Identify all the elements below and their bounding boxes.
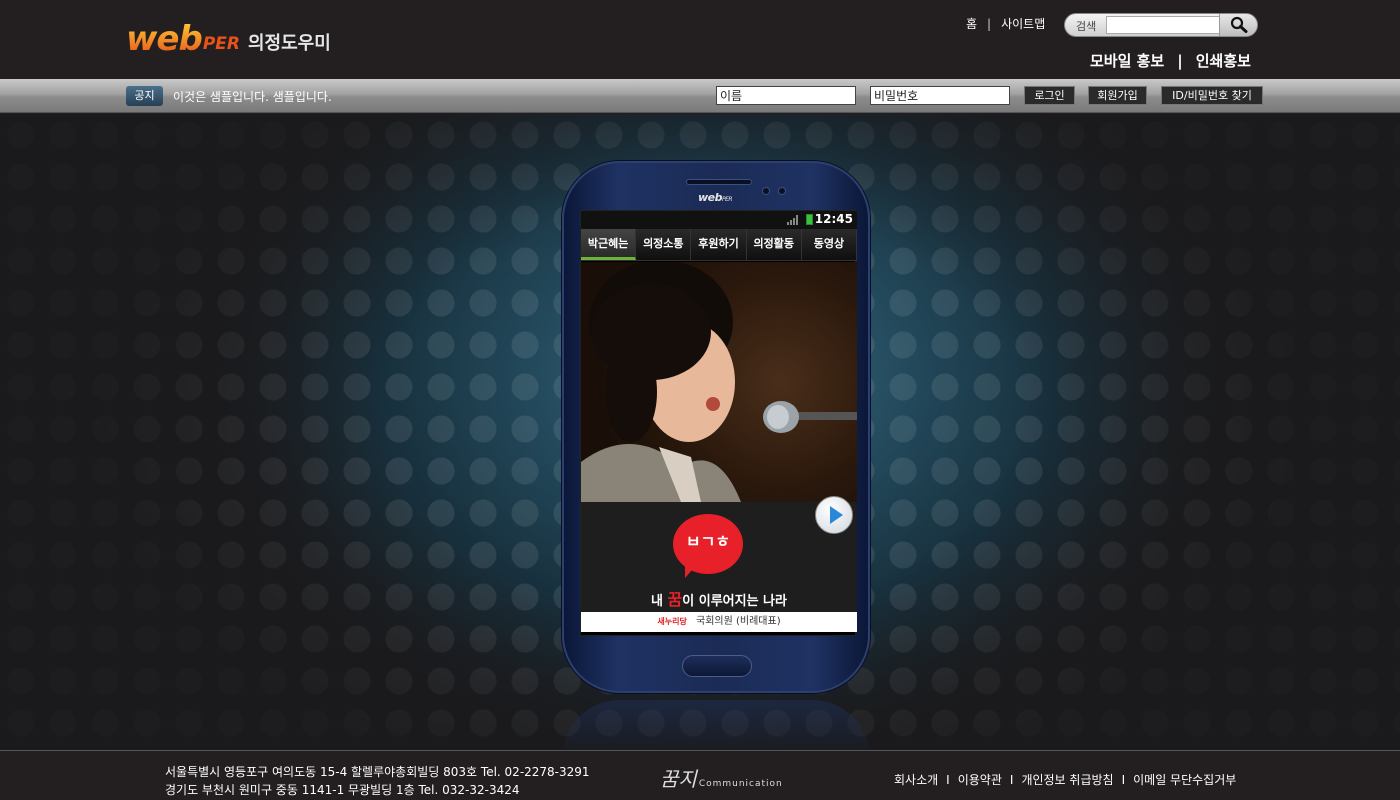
company-word: Communication <box>698 779 783 789</box>
status-bar: 12:45 <box>581 211 857 229</box>
address-block: 서울특별시 영등포구 여의도동 15-4 할렐루야총회빌딩 803호 Tel. … <box>165 763 590 799</box>
nav-mobile-promo[interactable]: 모바일 홍보 <box>1090 50 1164 71</box>
nav-print-promo[interactable]: 인쇄홍보 <box>1196 50 1251 71</box>
party-bar: 새누리당 국회의원 (비례대표) <box>581 612 857 632</box>
battery-icon <box>806 214 813 225</box>
phone-screen: 12:45 박근혜는 의정소통 후원하기 의정활동 동영상 ㅂㄱㅎ 내 꿈이 이… <box>580 210 858 636</box>
search-box: 검색 <box>1064 13 1258 37</box>
main-nav: 모바일 홍보 | 인쇄홍보 <box>1090 50 1251 71</box>
speaker-grille <box>686 179 752 185</box>
footer-link-terms[interactable]: 이용약관 <box>958 771 1002 788</box>
logo-name: 의정도우미 <box>247 33 331 54</box>
member-position: 국회의원 (비례대표) <box>696 616 781 627</box>
speaker-photo <box>581 262 857 502</box>
search-icon <box>1230 16 1248 33</box>
search-label: 검색 <box>1076 20 1097 33</box>
home-button[interactable] <box>682 655 752 677</box>
join-button[interactable]: 회원가입 <box>1088 86 1147 105</box>
logo-web: web <box>126 19 203 59</box>
mainnav-separator: | <box>1177 51 1183 70</box>
hero-banner: webPER 12:45 박근혜는 의정소통 후원하기 의정활동 동영상 ㅂㄱㅎ… <box>0 114 1400 750</box>
footer-nav: 회사소개 I 이용약관 I 개인정보 취급방침 I 이메일 무단수집거부 <box>894 771 1237 788</box>
camera-dot <box>762 187 770 195</box>
footer: 서울특별시 영등포구 여의도동 15-4 할렐루야총회빌딩 803호 Tel. … <box>0 750 1400 800</box>
app-tabs: 박근혜는 의정소통 후원하기 의정활동 동영상 <box>581 229 858 261</box>
footer-link-email-policy[interactable]: 이메일 무단수집거부 <box>1133 771 1236 788</box>
portrait-illustration <box>581 262 857 502</box>
find-account-button[interactable]: ID/비밀번호 찾기 <box>1161 86 1263 105</box>
search-input[interactable] <box>1106 16 1220 34</box>
app-tab-video[interactable]: 동영상 <box>802 229 858 260</box>
app-tab-support[interactable]: 후원하기 <box>691 229 747 260</box>
company-signature: 꿈지 <box>660 767 697 791</box>
party-logo: 새누리당 <box>657 617 687 626</box>
speech-bubble-logo: ㅂㄱㅎ <box>673 514 743 578</box>
login-bar: 공지 이것은 샘플입니다. 샘플입니다. 로그인 회원가입 ID/비밀번호 찾기 <box>0 79 1400 113</box>
header: web PER 의정도우미 홈 | 사이트맵 검색 모바일 홍보 | 인쇄홍보 <box>0 0 1400 79</box>
topnav-separator: | <box>987 16 992 31</box>
name-field[interactable] <box>716 86 856 105</box>
company-logo: 꿈지 Communication <box>660 763 783 792</box>
sensor-dot <box>778 187 786 195</box>
promo-banner: ㅂㄱㅎ 내 꿈이 이루어지는 나라 <box>581 496 857 612</box>
phone-reflection <box>562 700 870 750</box>
footer-link-about[interactable]: 회사소개 <box>894 771 938 788</box>
play-button[interactable] <box>815 496 853 534</box>
address-line-1: 서울특별시 영등포구 여의도동 15-4 할렐루야총회빌딩 803호 Tel. … <box>165 765 590 779</box>
login-button[interactable]: 로그인 <box>1024 86 1075 105</box>
app-tab-about[interactable]: 박근혜는 <box>581 229 637 260</box>
signal-icon <box>787 215 798 225</box>
logo-per: PER <box>202 34 240 54</box>
slogan: 내 꿈이 이루어지는 나라 <box>651 590 787 609</box>
home-link[interactable]: 홈 <box>966 15 977 32</box>
logo[interactable]: web PER 의정도우미 <box>126 22 331 56</box>
bubble-text: ㅂㄱㅎ <box>685 532 731 551</box>
app-tab-communication[interactable]: 의정소통 <box>636 229 692 260</box>
top-nav: 홈 | 사이트맵 <box>966 15 1045 32</box>
sitemap-link[interactable]: 사이트맵 <box>1001 15 1045 32</box>
password-field[interactable] <box>870 86 1010 105</box>
app-tab-activity[interactable]: 의정활동 <box>747 229 802 260</box>
search-button[interactable] <box>1219 14 1257 36</box>
footer-link-privacy[interactable]: 개인정보 취급방침 <box>1021 771 1113 788</box>
status-time: 12:45 <box>814 212 853 226</box>
notice-badge: 공지 <box>126 86 163 106</box>
phone-mockup: webPER 12:45 박근혜는 의정소통 후원하기 의정활동 동영상 ㅂㄱㅎ… <box>562 161 870 693</box>
phone-brand: webPER <box>698 191 733 204</box>
address-line-2: 경기도 부천시 원미구 중동 1141-1 무광빌딩 1층 Tel. 032-3… <box>165 783 520 797</box>
notice-text[interactable]: 이것은 샘플입니다. 샘플입니다. <box>173 88 332 105</box>
